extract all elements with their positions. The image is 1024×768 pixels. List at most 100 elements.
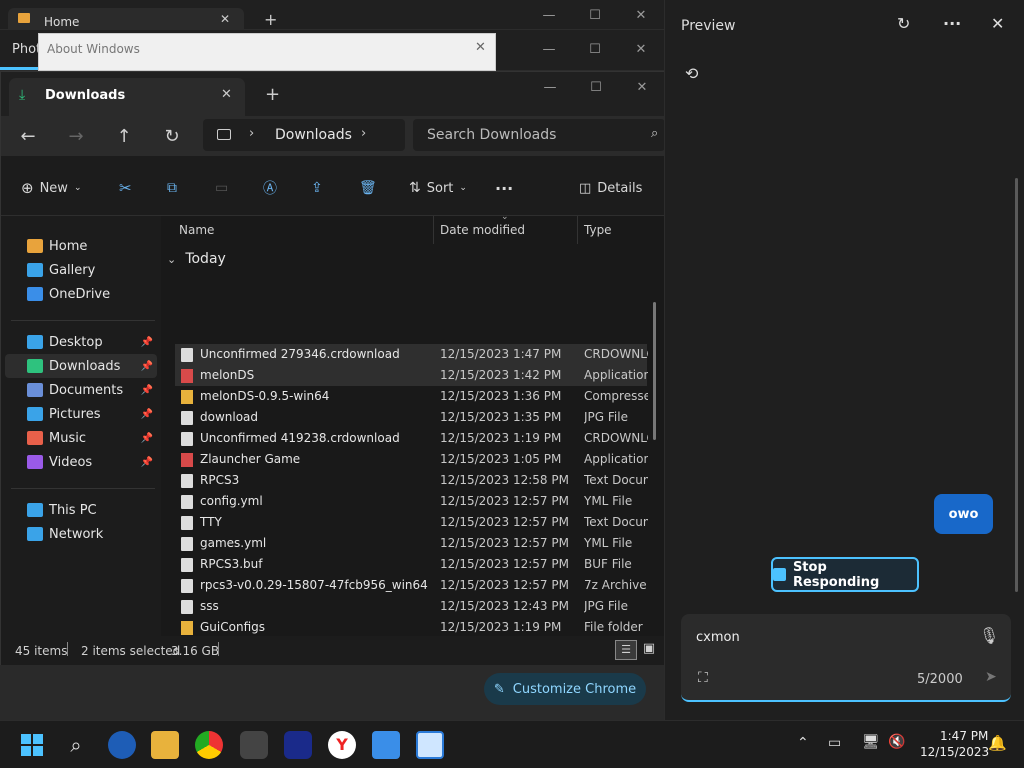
paste-icon[interactable]: ▭ — [215, 176, 228, 200]
file-row[interactable]: rpcs3-v0.0.29-15807-47fcb956_win64 12/15/… — [175, 575, 647, 596]
close-icon[interactable]: ✕ — [619, 72, 665, 102]
notification-bell-icon[interactable]: 🔔 — [988, 734, 1007, 752]
network-icon[interactable]: 🖥 — [862, 734, 880, 750]
details-view-icon[interactable]: ☰ — [615, 640, 637, 660]
pin-icon[interactable]: 📌 — [141, 457, 153, 468]
edge-dev-icon[interactable] — [108, 731, 136, 759]
tab-downloads[interactable]: ⤓ Downloads ✕ — [9, 78, 245, 116]
customize-chrome-button[interactable]: ✎ Customize Chrome — [484, 673, 646, 705]
maximize-icon[interactable]: ☐ — [572, 0, 618, 30]
more-options-icon[interactable]: ··· — [495, 176, 513, 200]
clock-time[interactable]: 1:47 PM — [940, 729, 988, 743]
app-shield-icon[interactable] — [240, 731, 268, 759]
file-row[interactable]: download 12/15/2023 1:35 PM JPG File — [175, 407, 647, 428]
file-row[interactable]: games.yml 12/15/2023 12:57 PM YML File — [175, 533, 647, 554]
new-button[interactable]: ⊕ New ⌄ — [21, 176, 81, 200]
minimize-icon[interactable]: — — [526, 34, 572, 64]
start-icon[interactable] — [18, 731, 46, 759]
refresh-icon[interactable]: ↻ — [897, 14, 910, 33]
sidebar-item-onedrive[interactable]: OneDrive — [5, 282, 157, 306]
file-row[interactable]: Zlauncher Game 12/15/2023 1:05 PM Applicat… — [175, 449, 648, 470]
file-row[interactable]: Unconfirmed 419238.crdownload 12/15/2023 … — [175, 428, 648, 449]
send-icon[interactable]: ➤ — [985, 669, 997, 685]
app-blue-shield-icon[interactable] — [284, 731, 312, 759]
copy-icon[interactable]: ⧉ — [167, 176, 177, 200]
close-icon[interactable]: ✕ — [618, 34, 664, 64]
column-header-date[interactable]: Date modified — [440, 216, 525, 244]
more-options-icon[interactable]: ··· — [943, 14, 961, 33]
pin-icon[interactable]: 📌 — [141, 385, 153, 396]
column-header-type[interactable]: Type — [584, 216, 612, 244]
close-icon[interactable]: ✕ — [475, 40, 486, 55]
history-icon[interactable]: ⟲ — [685, 64, 698, 83]
volume-icon[interactable]: 🔇 — [888, 734, 905, 750]
chevron-right-icon[interactable]: › — [361, 126, 366, 141]
panel-scrollbar[interactable] — [1015, 178, 1018, 592]
about-windows-dialog[interactable]: About Windows ✕ — [38, 33, 496, 71]
tiles-view-icon[interactable]: ▣ — [639, 640, 659, 660]
up-icon[interactable]: ↑ — [111, 124, 137, 150]
sidebar-item-network[interactable]: Network — [5, 522, 157, 546]
file-row[interactable]: melonDS 12/15/2023 1:42 PM Application — [175, 365, 648, 386]
sidebar-item-downloads[interactable]: Downloads 📌 — [5, 354, 157, 378]
stop-responding-button[interactable]: Stop Responding — [771, 557, 919, 592]
device-icon[interactable]: ▭ — [828, 735, 841, 751]
new-tab-icon[interactable]: + — [264, 10, 277, 29]
back-icon[interactable]: ← — [15, 124, 41, 150]
column-divider[interactable] — [433, 216, 434, 244]
chat-input-box[interactable]: cxmon 🎙 ⛶ 5/2000 ➤ — [681, 614, 1011, 702]
clock-date[interactable]: 12/15/2023 — [920, 745, 989, 759]
column-header-name[interactable]: Name — [179, 216, 214, 244]
minimize-icon[interactable]: — — [526, 0, 572, 30]
file-row[interactable]: sss 12/15/2023 12:43 PM JPG File — [175, 596, 647, 617]
sidebar-item-this-pc[interactable]: This PC — [5, 498, 157, 522]
search-input[interactable]: Search Downloads ⌕ — [413, 119, 665, 151]
refresh-icon[interactable]: ↻ — [159, 124, 185, 150]
close-icon[interactable]: ✕ — [618, 0, 664, 30]
maximize-icon[interactable]: ☐ — [572, 34, 618, 64]
about-app-icon[interactable] — [416, 731, 444, 759]
file-explorer-icon[interactable] — [151, 731, 179, 759]
pin-icon[interactable]: 📌 — [141, 361, 153, 372]
yandex-icon[interactable]: Y — [328, 731, 356, 759]
sidebar-item-gallery[interactable]: Gallery — [5, 258, 157, 282]
sidebar-item-desktop[interactable]: Desktop 📌 — [5, 330, 157, 354]
pin-icon[interactable]: 📌 — [141, 409, 153, 420]
minimize-icon[interactable]: — — [527, 72, 573, 102]
close-tab-icon[interactable]: ✕ — [221, 87, 232, 102]
file-row[interactable]: TTY 12/15/2023 12:57 PM Text Document — [175, 512, 648, 533]
close-icon[interactable]: ✕ — [220, 12, 230, 26]
sidebar-item-home[interactable]: Home — [5, 234, 157, 258]
photos-icon[interactable] — [372, 731, 400, 759]
sidebar-item-pictures[interactable]: Pictures 📌 — [5, 402, 157, 426]
rename-icon[interactable]: Ⓐ — [263, 176, 277, 200]
pin-icon[interactable]: 📌 — [141, 337, 153, 348]
search-icon[interactable]: ⌕ — [651, 126, 658, 141]
sidebar-item-music[interactable]: Music 📌 — [5, 426, 157, 450]
column-divider[interactable] — [577, 216, 578, 244]
pin-icon[interactable]: 📌 — [141, 433, 153, 444]
file-row[interactable]: melonDS-0.9.5-win64 12/15/2023 1:36 PM Com… — [175, 386, 648, 407]
sidebar-item-videos[interactable]: Videos 📌 — [5, 450, 157, 474]
file-row[interactable]: config.yml 12/15/2023 12:57 PM YML File — [175, 491, 647, 512]
chrome-icon[interactable] — [195, 731, 223, 759]
chrome-tab[interactable]: Home ✕ — [8, 8, 244, 30]
new-tab-icon[interactable]: + — [265, 84, 280, 105]
sort-button[interactable]: ⇅ Sort ⌄ — [409, 176, 467, 200]
close-icon[interactable]: ✕ — [991, 14, 1004, 33]
share-icon[interactable]: ⇪ — [311, 176, 323, 200]
chevron-up-icon[interactable]: ⌃ — [797, 735, 809, 751]
screenshot-icon[interactable]: ⛶ — [698, 670, 708, 686]
delete-icon[interactable]: 🗑 — [359, 176, 377, 200]
breadcrumb[interactable]: › Downloads › — [203, 119, 405, 151]
file-row[interactable]: RPCS3.buf 12/15/2023 12:57 PM BUF File — [175, 554, 647, 575]
breadcrumb-downloads[interactable]: Downloads — [275, 127, 352, 143]
group-today[interactable]: ⌄ Today — [167, 248, 226, 270]
maximize-icon[interactable]: ☐ — [573, 72, 619, 102]
file-row[interactable]: Unconfirmed 279346.crdownload 12/15/2023 … — [175, 344, 648, 365]
details-button[interactable]: ◫ Details — [579, 176, 642, 200]
microphone-icon[interactable]: 🎙 — [979, 626, 999, 645]
file-row[interactable]: RPCS3 12/15/2023 12:58 PM Text Document — [175, 470, 648, 491]
cut-icon[interactable]: ✂ — [119, 176, 132, 200]
chat-input-text[interactable]: cxmon — [696, 630, 740, 645]
